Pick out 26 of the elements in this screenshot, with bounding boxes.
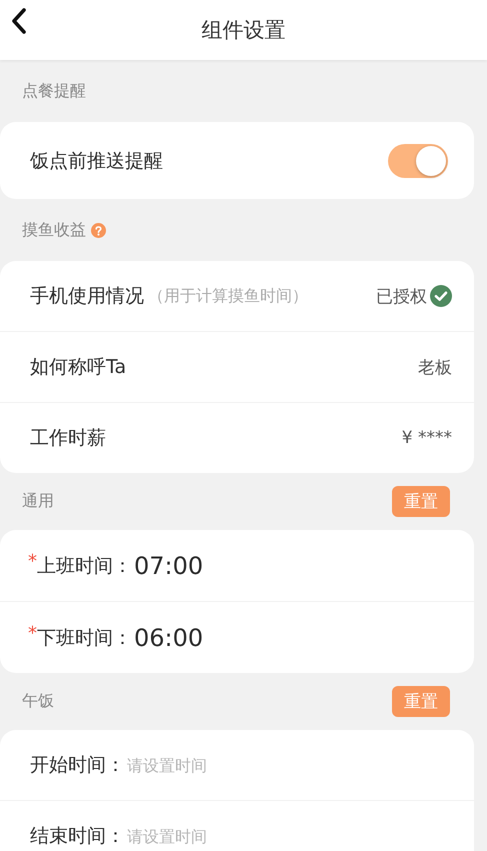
time-field[interactable]: 07:00: [134, 552, 334, 580]
setting-hint: （用于计算摸鱼时间）: [148, 286, 308, 306]
toggle-switch[interactable]: [388, 144, 448, 178]
required-mark: *: [28, 551, 37, 572]
section-title: 摸鱼收益: [22, 220, 86, 240]
section-title: 点餐提醒: [22, 80, 86, 102]
setting-label: 上班时间：: [37, 554, 132, 578]
help-icon[interactable]: [91, 222, 106, 238]
setting-label: 饭点前推送提醒: [30, 148, 163, 174]
time-field[interactable]: 请设置时间: [127, 756, 327, 774]
setting-value[interactable]: 老板: [418, 356, 452, 378]
setting-label: 结束时间：: [30, 824, 125, 849]
setting-label: 工作时薪: [30, 426, 106, 451]
setting-label: 开始时间：: [30, 753, 125, 778]
setting-value[interactable]: ¥ ****: [402, 428, 452, 448]
setting-label: 下班时间：: [37, 626, 132, 650]
setting-label: 手机使用情况: [30, 284, 144, 309]
section-title: 通用: [22, 491, 54, 512]
section-title: 午饭: [22, 691, 54, 712]
required-mark: *: [28, 623, 37, 644]
setting-label: 如何称呼Ta: [30, 355, 126, 380]
page-title: 组件设置: [202, 17, 286, 44]
time-field[interactable]: 06:00: [134, 624, 334, 652]
setting-value[interactable]: 已授权: [376, 284, 427, 308]
back-icon[interactable]: [11, 8, 27, 34]
time-field[interactable]: 请设置时间: [127, 826, 327, 846]
